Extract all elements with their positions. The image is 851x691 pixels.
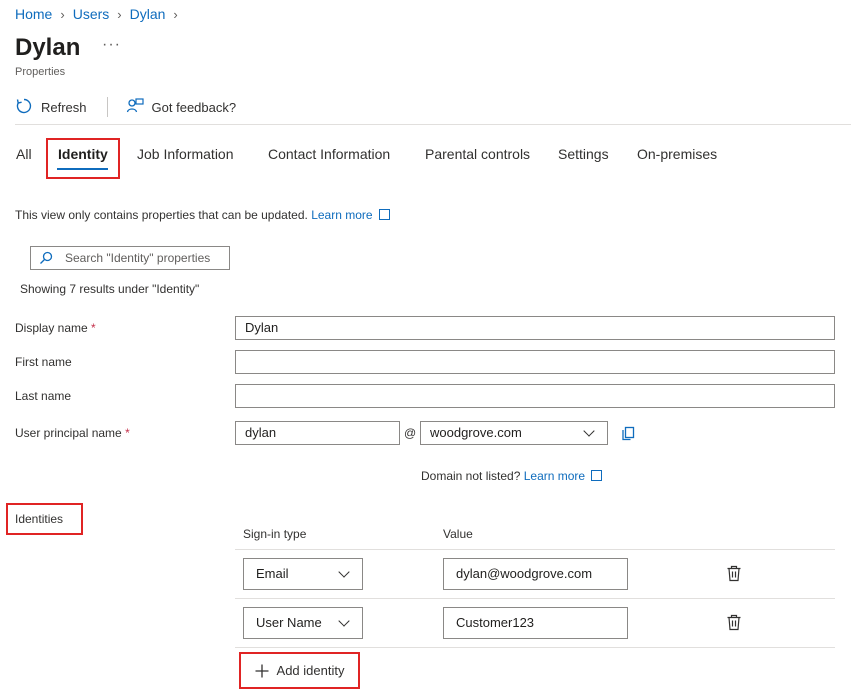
toolbar-divider — [106, 97, 108, 117]
trash-icon[interactable] — [726, 614, 742, 636]
tab-on-premises[interactable]: On-premises — [637, 146, 717, 162]
domain-note: Domain not listed? Learn more — [421, 469, 603, 483]
add-identity-label: Add identity — [276, 663, 345, 678]
add-identity-button[interactable]: Add identity — [239, 652, 360, 689]
identities-label: Identities — [15, 512, 64, 526]
last-name-label: Last name — [15, 389, 72, 403]
signin-type-dropdown[interactable]: User Name — [243, 607, 363, 639]
signin-type-value: Email — [256, 566, 289, 581]
signin-type-value: User Name — [256, 615, 322, 630]
chevron-right-icon: › — [173, 6, 178, 22]
value-header: Value — [443, 527, 473, 541]
display-name-label: Display name * — [15, 321, 96, 335]
signin-type-dropdown[interactable]: Email — [243, 558, 363, 590]
tab-parental-controls[interactable]: Parental controls — [425, 146, 530, 162]
breadcrumb-dylan[interactable]: Dylan — [130, 6, 166, 22]
active-tab-indicator — [57, 168, 108, 170]
feedback-label: Got feedback? — [151, 99, 237, 115]
chevron-down-icon — [338, 614, 350, 627]
last-name-input[interactable] — [235, 384, 835, 408]
more-options-button[interactable]: ··· — [102, 36, 121, 54]
divider — [15, 124, 851, 125]
breadcrumb-home[interactable]: Home — [15, 6, 52, 22]
row-divider — [235, 647, 835, 648]
tab-identity[interactable]: Identity — [58, 146, 108, 162]
tab-settings[interactable]: Settings — [558, 146, 609, 162]
tab-contact-information[interactable]: Contact Information — [268, 146, 390, 162]
row-divider — [235, 598, 835, 599]
refresh-icon — [15, 97, 33, 118]
domain-value: woodgrove.com — [430, 425, 522, 440]
external-link-icon — [378, 209, 390, 220]
row-divider — [235, 549, 835, 550]
info-message: This view only contains properties that … — [15, 208, 308, 222]
results-count: Showing 7 results under "Identity" — [20, 282, 200, 296]
copy-icon[interactable] — [621, 424, 637, 446]
upn-username-input[interactable]: dylan — [235, 421, 400, 445]
info-text: This view only contains properties that … — [15, 208, 390, 222]
domain-learn-more-link[interactable]: Learn more — [524, 469, 603, 483]
command-bar: Refresh Got feedback? — [15, 96, 236, 118]
search-icon — [39, 251, 53, 265]
at-symbol: @ — [404, 426, 417, 440]
chevron-down-icon — [583, 424, 595, 437]
domain-dropdown[interactable]: woodgrove.com — [420, 421, 608, 445]
chevron-right-icon: › — [60, 6, 65, 22]
search-box[interactable]: Search "Identity" properties — [30, 246, 230, 270]
plus-icon — [255, 664, 269, 678]
tab-all[interactable]: All — [16, 146, 32, 162]
display-name-input[interactable]: Dylan — [235, 316, 835, 340]
feedback-button[interactable]: Got feedback? — [126, 97, 237, 118]
page-subtitle: Properties — [15, 66, 66, 78]
chevron-down-icon — [338, 565, 350, 578]
first-name-label: First name — [15, 355, 72, 369]
feedback-icon — [126, 97, 144, 118]
breadcrumb-users[interactable]: Users — [73, 6, 110, 22]
identity-value-input[interactable]: Customer123 — [443, 607, 628, 639]
breadcrumb: Home › Users › Dylan › — [15, 6, 178, 22]
search-placeholder: Search "Identity" properties — [65, 251, 211, 265]
chevron-right-icon: › — [117, 6, 122, 22]
learn-more-link[interactable]: Learn more — [311, 208, 390, 222]
tab-job-information[interactable]: Job Information — [137, 146, 234, 162]
trash-icon[interactable] — [726, 565, 742, 587]
refresh-button[interactable]: Refresh — [15, 97, 87, 118]
signin-type-header: Sign-in type — [243, 527, 307, 541]
refresh-label: Refresh — [41, 99, 87, 115]
page-title: Dylan — [15, 34, 81, 61]
first-name-input[interactable] — [235, 350, 835, 374]
identity-value-input[interactable]: dylan@woodgrove.com — [443, 558, 628, 590]
external-link-icon — [591, 470, 603, 481]
upn-label: User principal name * — [15, 426, 130, 440]
